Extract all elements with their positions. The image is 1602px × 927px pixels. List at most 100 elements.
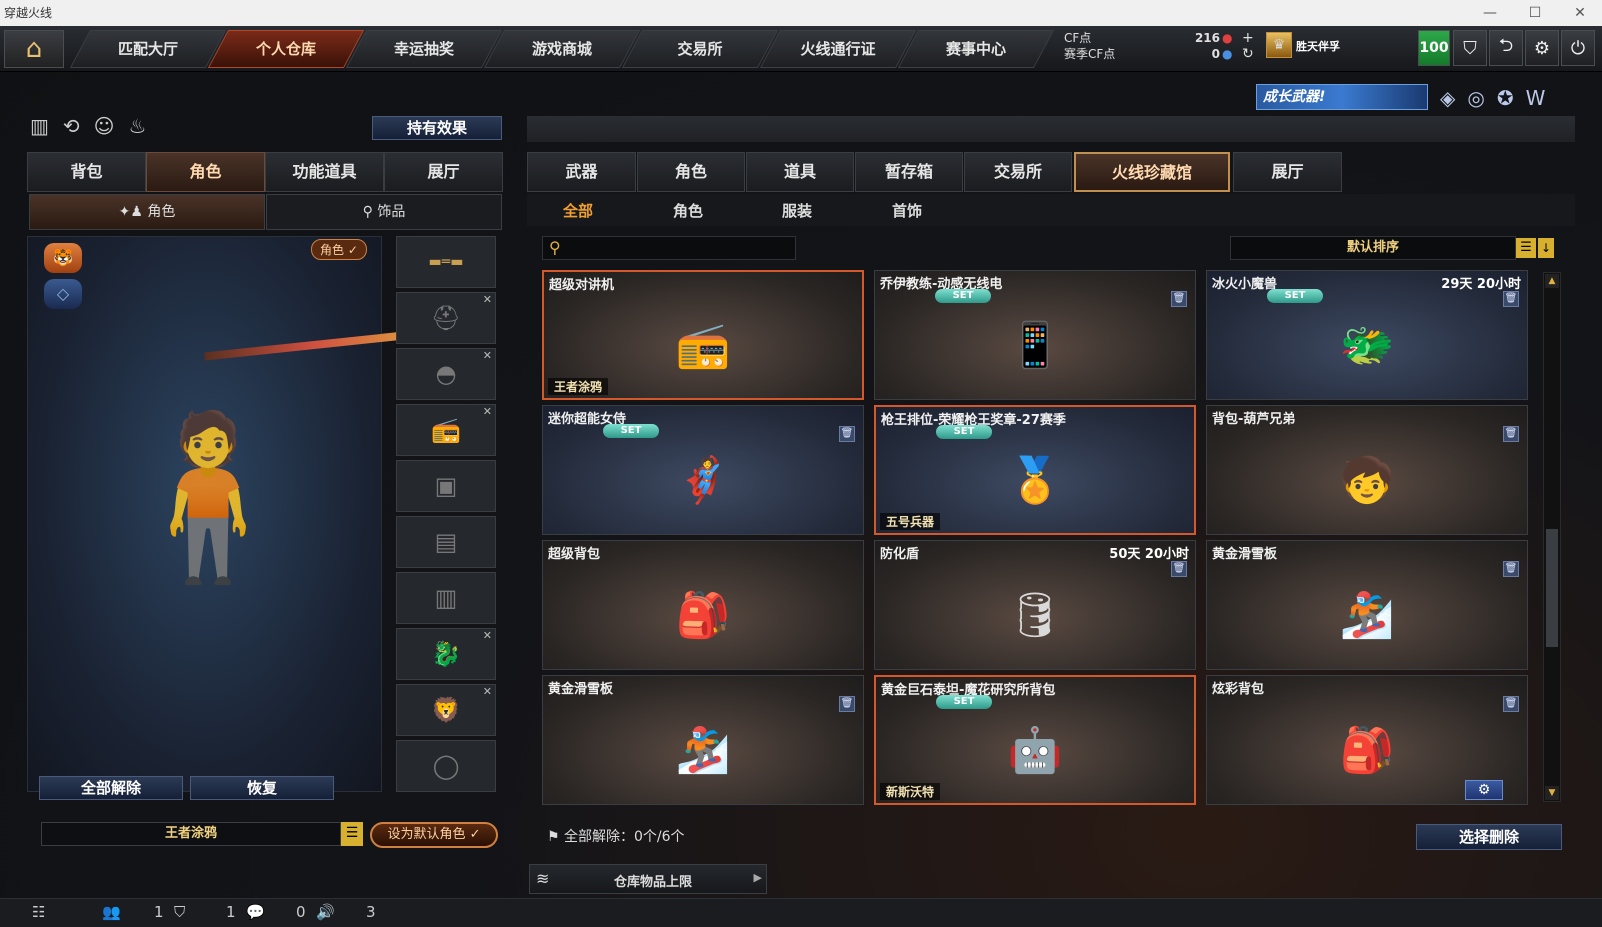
storage-limit-bar[interactable]: ≋ 仓库物品上限 ▶ (529, 864, 767, 894)
volume-icon[interactable]: 🔊 (316, 903, 335, 921)
slot-mask[interactable]: 🦁 ✕ (396, 684, 496, 736)
scroll-down-icon[interactable]: ▼ (1545, 786, 1559, 800)
tiger-emblem-icon[interactable]: 🐯 (44, 243, 82, 273)
w-logo-icon[interactable]: W (1526, 86, 1558, 110)
exit-room-button[interactable]: ⮌ (1489, 30, 1523, 66)
trash-icon[interactable]: 🗑 (1503, 291, 1519, 307)
gear-icon[interactable]: ⚙ (1465, 780, 1503, 800)
item-scrollbar[interactable]: ▲ ▼ (1543, 272, 1561, 802)
rank-chart-icon[interactable]: ▥ (30, 114, 49, 138)
nav-tab-warehouse[interactable]: 个人仓库 (207, 30, 365, 68)
slot-pet[interactable]: 🐉 ✕ (396, 628, 496, 680)
scroll-up-icon[interactable]: ▲ (1545, 274, 1559, 288)
level-badge[interactable]: 100 (1418, 30, 1450, 66)
scroll-thumb[interactable] (1546, 529, 1558, 647)
promo-banner[interactable]: 成长武器! (1256, 84, 1428, 110)
subtab-jewelry[interactable]: 首饰 (892, 200, 922, 221)
character-icon[interactable]: ☺ (94, 114, 115, 138)
rank-emblem-icon[interactable]: ♛ (1266, 32, 1292, 58)
nav-tab-match-lobby[interactable]: 匹配大厅 (69, 30, 227, 68)
nav-tab-events[interactable]: 赛事中心 (897, 30, 1055, 68)
badge-icon[interactable]: ✪ (1497, 86, 1526, 110)
character-list-icon[interactable]: ☰ (341, 822, 363, 846)
slot-radio[interactable]: 📻 ✕ (396, 404, 496, 456)
clan-shield-icon[interactable]: ⛉ (174, 903, 185, 921)
right-tab-exchange[interactable]: 交易所 (964, 152, 1072, 192)
slot-pants[interactable]: ▥ (396, 572, 496, 624)
nav-tab-lucky-draw[interactable]: 幸运抽奖 (345, 30, 503, 68)
search-box[interactable]: ⚲ (542, 236, 796, 260)
remove-icon[interactable]: ✕ (483, 629, 492, 642)
item-card[interactable]: 迷你超能女侍 SET 🗑 🦸 (542, 405, 864, 535)
item-card[interactable]: 防化盾 50天 20小时 🗑 🛢 (874, 540, 1196, 670)
maximize-button[interactable]: ☐ (1515, 0, 1555, 26)
item-card[interactable]: 超级对讲机 📻 王者涂鸦 (542, 270, 864, 400)
friends-icon[interactable]: 👥 (102, 903, 121, 921)
settings-button[interactable]: ⚙ (1525, 30, 1559, 66)
menu-list-icon[interactable]: ☷ (32, 903, 45, 921)
remove-icon[interactable]: ✕ (483, 685, 492, 698)
sort-direction-icon[interactable]: ↓ (1538, 238, 1554, 258)
subtab-all[interactable]: 全部 (563, 200, 593, 221)
chat-icon[interactable]: 💬 (246, 903, 265, 921)
item-card[interactable]: 超级背包 🎒 (542, 540, 864, 670)
left-tab-character[interactable]: 角色 (146, 152, 265, 192)
shield-button[interactable]: ⛉ (1453, 30, 1487, 66)
right-tab-storage-box[interactable]: 暂存箱 (855, 152, 963, 192)
item-card[interactable]: 冰火小魔兽 29天 20小时 SET 🗑 🐲 (1206, 270, 1528, 400)
trash-icon[interactable]: 🗑 (1503, 561, 1519, 577)
slot-vest[interactable]: ▤ (396, 516, 496, 568)
home-button[interactable]: ⌂ (4, 30, 64, 68)
select-delete-button[interactable]: 选择删除 (1416, 824, 1562, 850)
trash-icon[interactable]: 🗑 (1171, 561, 1187, 577)
history-icon[interactable]: ⟲ (63, 114, 80, 138)
subtab-clothing[interactable]: 服装 (782, 200, 812, 221)
gift-bag-icon[interactable]: ♨ (129, 114, 147, 138)
trash-icon[interactable]: 🗑 (839, 426, 855, 442)
subtab-accessory[interactable]: ⚲ 饰品 (266, 194, 502, 230)
slot-goggles[interactable]: ◓ ✕ (396, 348, 496, 400)
left-tab-backpack[interactable]: 背包 (27, 152, 146, 192)
search-input[interactable] (569, 239, 789, 257)
slot-ring[interactable]: ◯ (396, 740, 496, 792)
right-tab-weapons[interactable]: 武器 (527, 152, 636, 192)
refresh-cf-button[interactable]: ↻ (1242, 46, 1254, 62)
item-card[interactable]: 黄金巨石泰坦-魔花研究所背包 SET 🤖 新斯沃特 (874, 675, 1196, 805)
trash-icon[interactable]: 🗑 (1503, 696, 1519, 712)
close-button[interactable]: ✕ (1560, 0, 1600, 26)
slot-weapon[interactable]: ▬═▬ (396, 236, 496, 288)
subtab-character[interactable]: 角色 (673, 200, 703, 221)
bookmark-icon[interactable]: ⚑ (547, 829, 564, 845)
right-tab-showroom[interactable]: 展厅 (1233, 152, 1342, 192)
remove-icon[interactable]: ✕ (483, 405, 492, 418)
item-card[interactable]: 炫彩背包 🗑 🎒 ⚙ (1206, 675, 1528, 805)
remove-icon[interactable]: ✕ (483, 293, 492, 306)
remove-icon[interactable]: ✕ (483, 349, 492, 362)
power-button[interactable]: ⏻ (1561, 30, 1595, 66)
item-card[interactable]: 乔伊教练-动感无线电 SET 🗑 📱 (874, 270, 1196, 400)
unequip-all-button[interactable]: 全部解除 (39, 776, 183, 800)
nav-tab-shop[interactable]: 游戏商城 (483, 30, 641, 68)
ranked-emblem-icon[interactable]: ◈ (1440, 86, 1467, 110)
sort-list-icon[interactable]: ☰ (1516, 238, 1536, 258)
set-default-character-button[interactable]: 设为默认角色 ✓ (370, 822, 498, 848)
trash-icon[interactable]: 🗑 (839, 696, 855, 712)
subtab-character[interactable]: ✦♟ 角色 (29, 194, 265, 230)
nav-tab-exchange[interactable]: 交易所 (621, 30, 779, 68)
right-tab-collection[interactable]: 火线珍藏馆 (1074, 152, 1230, 192)
minimize-button[interactable]: — (1470, 0, 1510, 26)
mask-emblem-icon[interactable]: ◇ (44, 279, 82, 309)
nav-tab-battle-pass[interactable]: 火线通行证 (759, 30, 917, 68)
left-tab-functional[interactable]: 功能道具 (265, 152, 384, 192)
character-model[interactable]: 🧍 (108, 307, 307, 687)
trash-icon[interactable]: 🗑 (1503, 426, 1519, 442)
holding-effect-button[interactable]: 持有效果 (372, 116, 502, 140)
right-tab-items[interactable]: 道具 (746, 152, 854, 192)
restore-button[interactable]: 恢复 (190, 776, 334, 800)
left-tab-showroom[interactable]: 展厅 (384, 152, 503, 192)
globe-icon[interactable]: ◎ (1467, 86, 1496, 110)
trash-icon[interactable]: 🗑 (1171, 291, 1187, 307)
right-tab-character[interactable]: 角色 (637, 152, 745, 192)
sort-dropdown[interactable]: 默认排序 (1230, 236, 1516, 260)
item-card[interactable]: 黄金滑雪板 🗑 🏂 (542, 675, 864, 805)
